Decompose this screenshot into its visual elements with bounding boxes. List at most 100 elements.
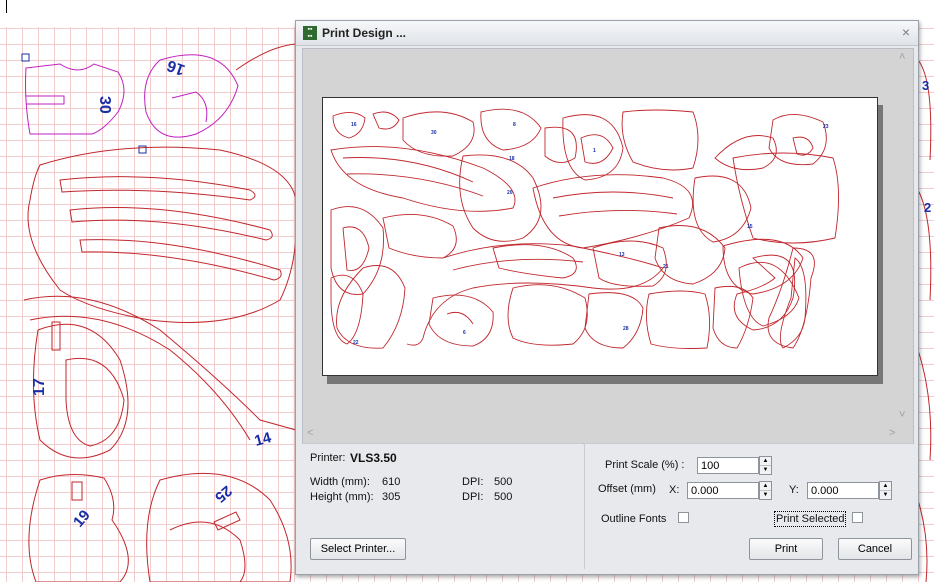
print-button[interactable]: Print: [749, 538, 823, 560]
offset-label: Offset (mm): [598, 483, 656, 495]
offset-y-input[interactable]: [807, 482, 879, 499]
pv-label-d: 18: [509, 156, 515, 162]
pv-piece-8: [714, 135, 777, 171]
piece-14-label: 14: [253, 429, 274, 450]
offset-x-spinner[interactable]: ▲ ▼: [759, 481, 772, 500]
printer-info-panel: Printer: VLS3.50 Width (mm): 610 Height …: [302, 443, 582, 569]
scroll-down-icon[interactable]: ˅: [899, 409, 905, 421]
pv-piece-30: [330, 274, 364, 345]
print-options-panel: Print Scale (%) : ▲ ▼ Offset (mm) X: ▲ ▼…: [584, 443, 913, 569]
pv-label-l: 6: [463, 330, 466, 336]
dpi-y-value: 500: [494, 491, 513, 503]
print-scale-spinner[interactable]: ▲ ▼: [759, 456, 772, 475]
pv-label-i: 15: [747, 224, 753, 230]
pv-piece-16: [558, 209, 678, 217]
height-value: 305: [382, 491, 401, 503]
printer-label: Printer:: [310, 452, 346, 464]
app-logo-icon: ▪▪ ▪▪: [303, 26, 317, 40]
offset-x-label: X:: [669, 484, 680, 496]
spin-down-icon[interactable]: ▼: [760, 466, 771, 474]
spin-up-icon[interactable]: ▲: [760, 457, 771, 466]
pv-piece-15: [552, 191, 674, 199]
pv-piece-2: [372, 111, 400, 130]
pv-piece-20: [382, 213, 457, 259]
pv-label-m: 23: [823, 124, 829, 130]
piece-16-label: 16: [165, 56, 188, 78]
outline-fonts-label: Outline Fonts: [601, 513, 667, 525]
close-icon[interactable]: ×: [902, 24, 910, 40]
scroll-up-icon[interactable]: ˄: [899, 51, 905, 63]
pv-piece-7: [621, 109, 699, 171]
pv-piece-11: [342, 157, 474, 183]
wing-slot-2: [69, 207, 273, 241]
spin-down-icon[interactable]: ▼: [880, 491, 891, 499]
piece-25-slot: [213, 511, 241, 531]
edge-label-top: 3: [922, 78, 929, 93]
printer-name: VLS3.50: [350, 451, 397, 465]
pv-piece-35: [712, 285, 754, 349]
piece-19-outline: [28, 473, 129, 582]
right-edge-outline: [917, 59, 932, 582]
dialog-title: Print Design ...: [322, 26, 407, 40]
edge-label-mid: 2: [924, 200, 931, 215]
print-scale-label: Print Scale (%) :: [605, 459, 685, 471]
pv-piece-34: [646, 290, 710, 349]
pv-piece-14: [532, 174, 694, 249]
print-preview-area[interactable]: 16 30 8 18 1 20 21 13 15 22 28 6 23 ˄ ˅ …: [302, 48, 914, 444]
pv-piece-22: [452, 258, 584, 271]
dpi-y-label: DPI:: [462, 491, 484, 503]
piece-17-hole: [65, 357, 125, 447]
piece-19-slot: [71, 481, 83, 501]
spin-up-icon[interactable]: ▲: [880, 482, 891, 491]
scroll-right-icon[interactable]: >: [889, 427, 895, 439]
top-arc-outline: [235, 43, 297, 71]
pv-piece-5: [544, 126, 577, 163]
pv-piece-10: [330, 146, 516, 212]
dpi-x-label: DPI:: [462, 476, 484, 488]
wing-slot-3: [79, 239, 282, 281]
wing-slot-1: [59, 176, 256, 201]
dialog-titlebar[interactable]: ▪▪ ▪▪ Print Design ... ×: [296, 21, 918, 46]
pv-piece-33: [584, 292, 644, 349]
pv-label-e: 1: [593, 148, 596, 154]
pv-label-j: 22: [353, 340, 359, 346]
pv-label-b: 30: [431, 130, 437, 136]
select-printer-button[interactable]: Select Printer...: [310, 538, 406, 560]
pv-piece-32: [507, 284, 588, 346]
pv-piece-23: [492, 244, 577, 279]
pv-label-g: 21: [663, 264, 669, 270]
piece-30-slot: [26, 95, 65, 105]
pv-piece-4: [480, 108, 542, 151]
piece-16-outline: [144, 54, 239, 138]
piece-25-label: 25: [211, 482, 235, 506]
width-value: 610: [382, 476, 401, 488]
outline-fonts-checkbox[interactable]: [678, 512, 689, 523]
piece-30-label: 30: [96, 96, 113, 114]
spin-down-icon[interactable]: ▼: [760, 491, 771, 499]
pv-piece-31: [428, 294, 494, 347]
pv-piece-36: [738, 261, 800, 327]
pv-label-c: 8: [513, 122, 516, 128]
pv-piece-24: [592, 240, 667, 287]
offset-x-input[interactable]: [687, 482, 759, 499]
pv-label-f: 20: [507, 190, 513, 196]
pv-label-a: 16: [351, 122, 357, 128]
big-curve-inner: [29, 315, 251, 441]
pv-piece-9: [768, 114, 827, 166]
scroll-left-icon[interactable]: <: [307, 427, 313, 439]
print-selected-checkbox[interactable]: [852, 512, 863, 523]
spin-up-icon[interactable]: ▲: [760, 482, 771, 491]
print-scale-input[interactable]: [697, 457, 759, 474]
pv-piece-1: [332, 112, 366, 139]
piece-17-label: 17: [31, 378, 48, 396]
pv-piece-19: [330, 206, 384, 295]
offset-y-spinner[interactable]: ▲ ▼: [879, 481, 892, 500]
print-selected-label: Print Selected: [774, 511, 847, 527]
piece-16-slot: [171, 91, 208, 123]
cancel-button[interactable]: Cancel: [838, 538, 912, 560]
dpi-x-value: 500: [494, 476, 513, 488]
pv-piece-17: [692, 175, 752, 243]
pv-piece-13: [459, 154, 542, 242]
preview-layout: 16 30 8 18 1 20 21 13 15 22 28 6 23: [330, 108, 839, 349]
height-label: Height (mm):: [310, 491, 374, 503]
